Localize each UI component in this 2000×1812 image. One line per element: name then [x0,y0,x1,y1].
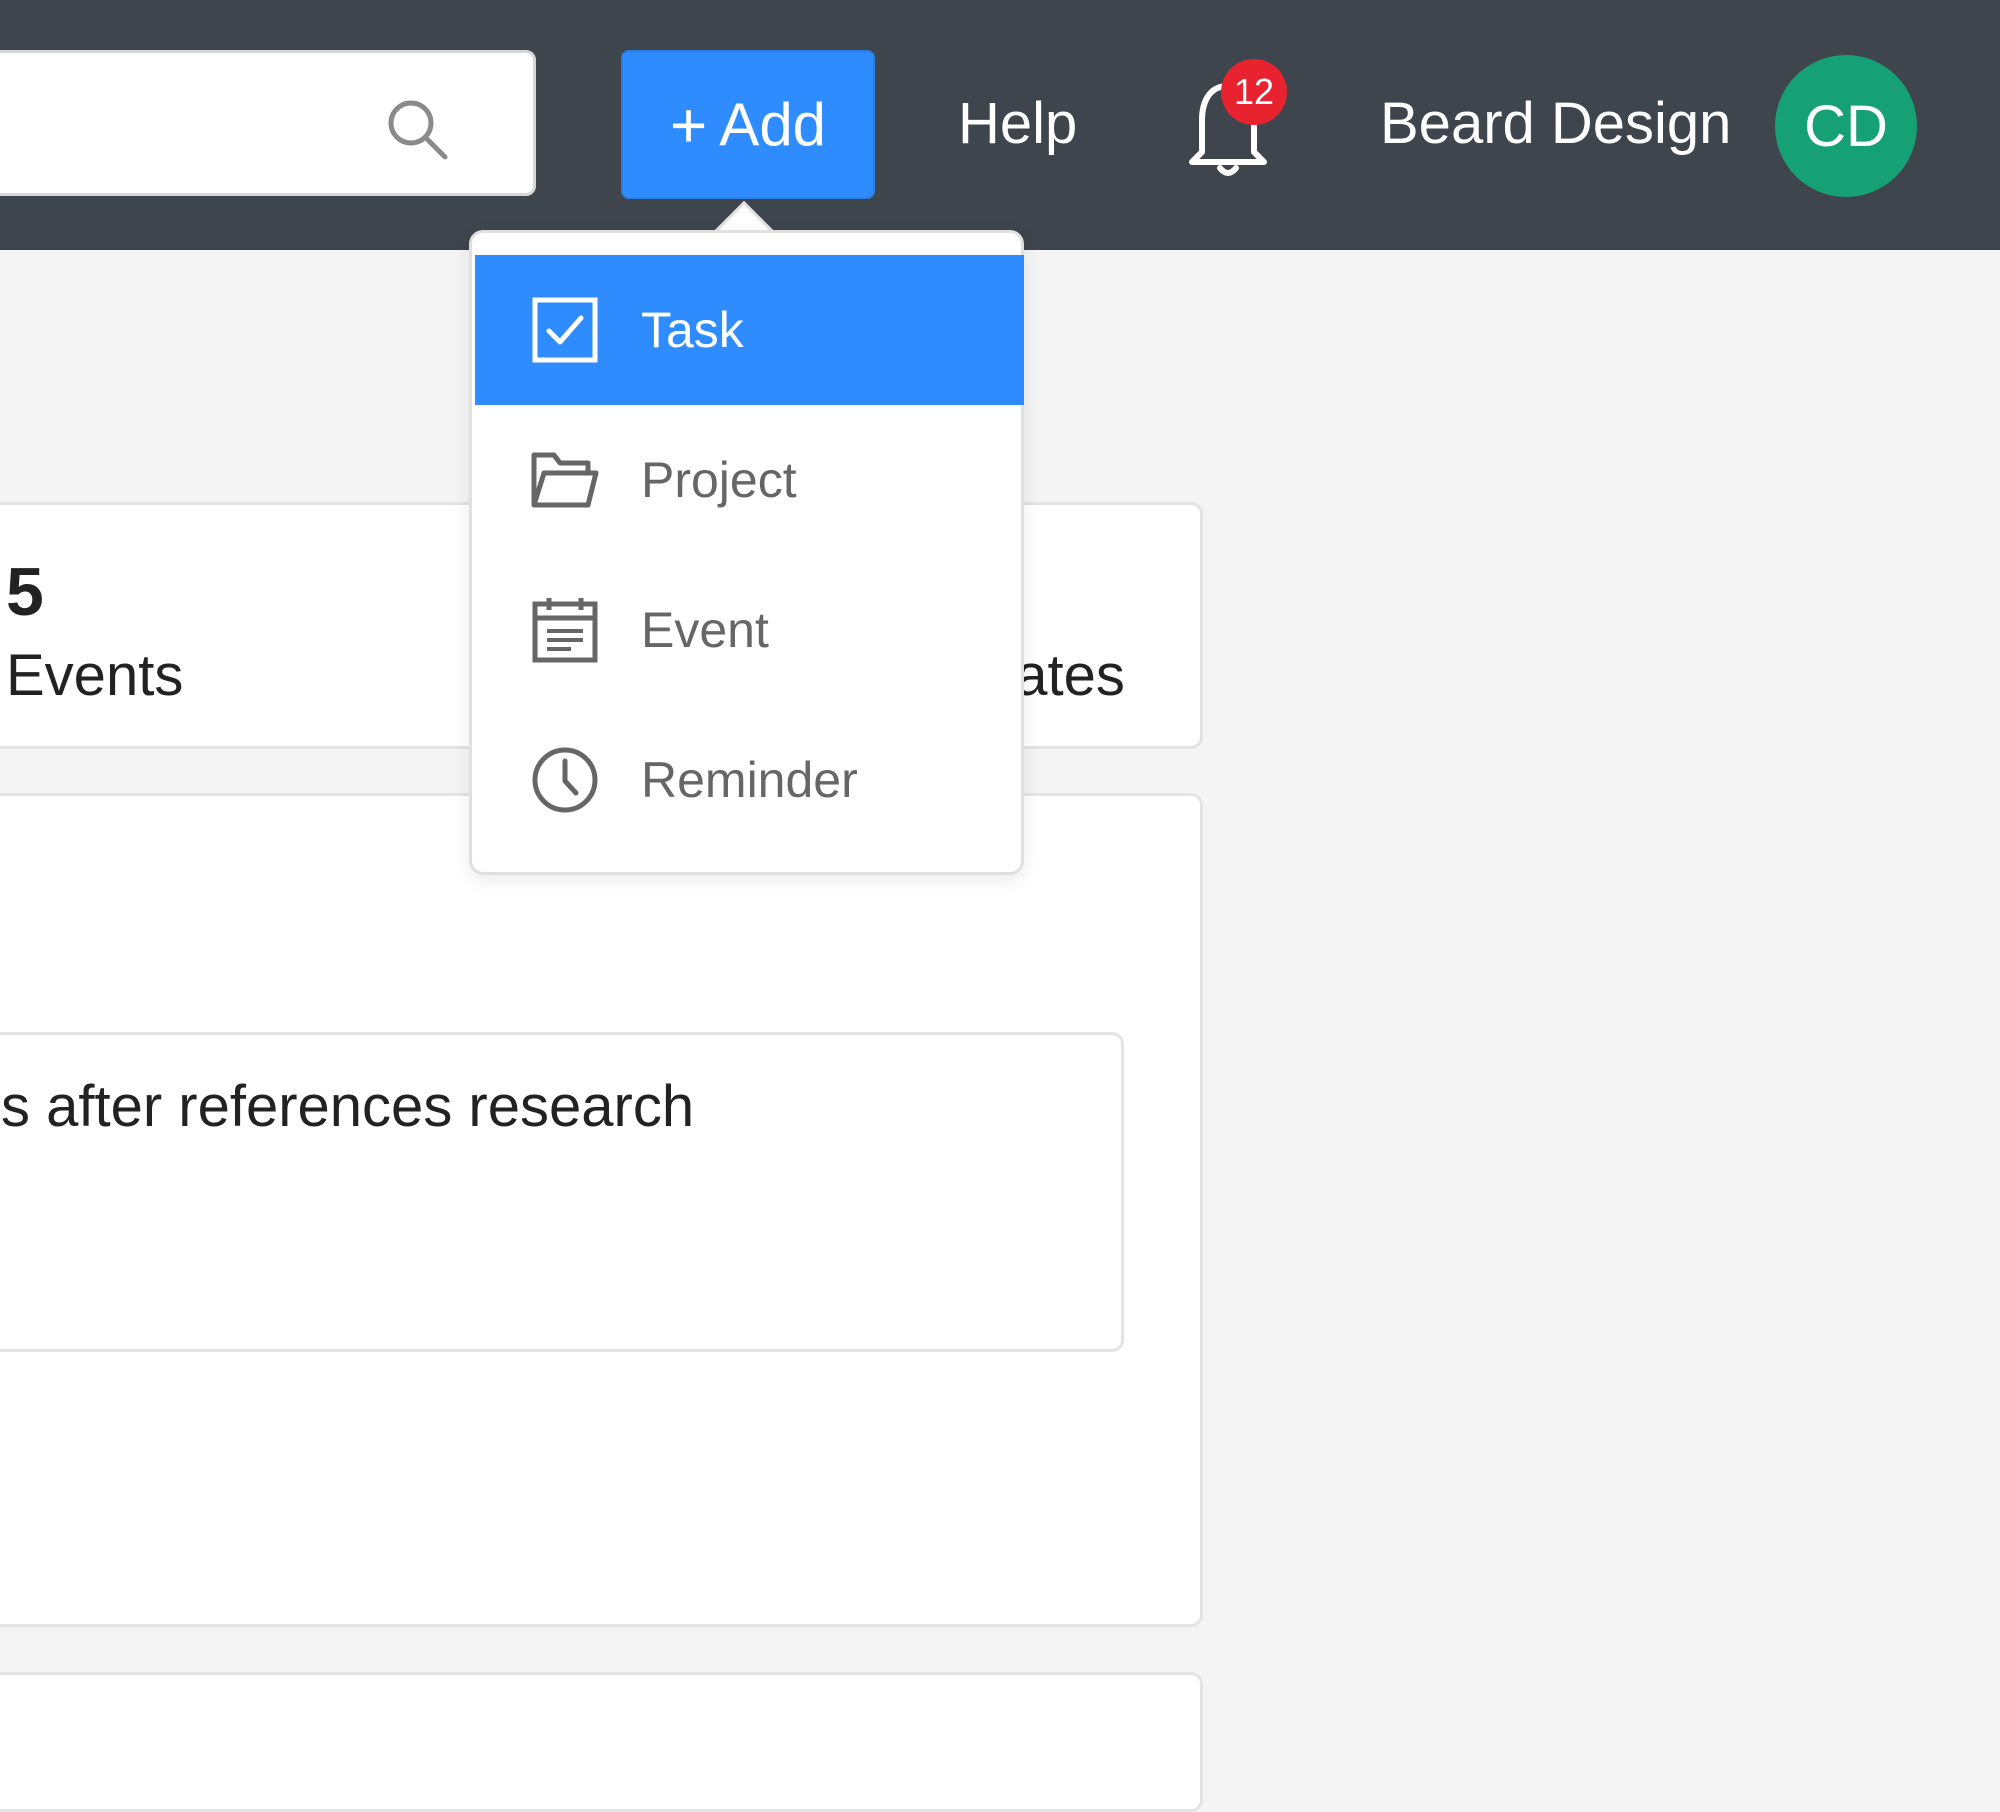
menu-item-label: Task [641,302,744,358]
search-icon[interactable] [383,95,453,165]
calendar-icon [529,594,601,666]
search-input[interactable] [23,83,367,165]
folder-icon [529,444,601,516]
events-count: 5 [6,554,44,630]
activity-card: s after references research [0,793,1203,1627]
help-link[interactable]: Help [958,82,1077,166]
menu-item-event[interactable]: Event [475,555,1024,705]
menu-item-label: Event [641,602,769,658]
search-box[interactable] [0,50,536,196]
top-bar: + Add Help 12 Beard Design CD [0,0,2000,250]
notification-badge: 12 [1221,59,1287,125]
list-item-text: s after references research [1,1074,695,1139]
avatar[interactable]: CD [1775,55,1917,197]
menu-item-label: Project [641,452,797,508]
menu-item-label: Reminder [641,752,858,808]
add-button[interactable]: + Add [621,50,875,199]
menu-item-project[interactable]: Project [475,405,1024,555]
events-label: Events [6,643,184,708]
list-item[interactable]: s after references research [0,1032,1124,1352]
add-button-label: Add [719,91,827,158]
plus-icon: + [669,88,708,161]
clock-icon [529,744,601,816]
checkbox-icon [529,294,601,366]
menu-item-reminder[interactable]: Reminder [475,705,1024,855]
add-menu: Task Project Event Reminder [469,230,1024,875]
menu-item-task[interactable]: Task [475,255,1024,405]
bottom-card [0,1672,1203,1812]
workspace-name[interactable]: Beard Design [1380,82,1731,166]
